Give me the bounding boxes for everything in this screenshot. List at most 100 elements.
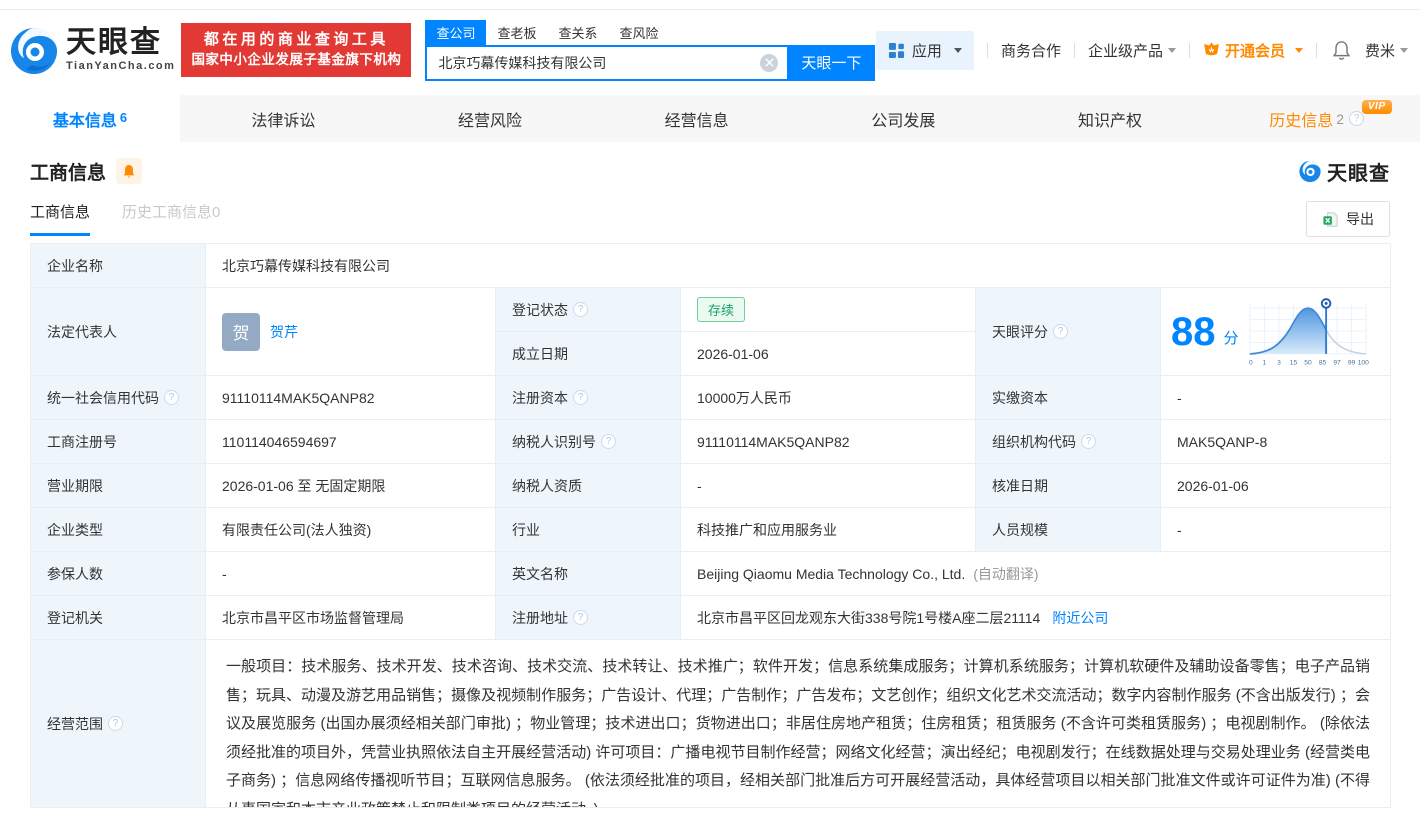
search-button[interactable]: 天眼一下 xyxy=(787,44,876,81)
section-title: 工商信息 xyxy=(30,162,107,184)
field-label: 登记状态 ? xyxy=(496,288,681,332)
nearby-companies-link[interactable]: 附近公司 xyxy=(1052,608,1108,628)
english-name-value: Beijing Qiaomu Media Technology Co., Ltd… xyxy=(697,565,966,582)
enterprise-products-link[interactable]: 企业级产品 xyxy=(1088,40,1176,61)
tab-company-development[interactable]: 公司发展 xyxy=(800,95,1007,142)
apps-label: 应用 xyxy=(911,42,942,60)
staff-size-value: - xyxy=(1161,508,1391,552)
auto-translate-note: (自动翻译) xyxy=(973,565,1039,582)
industry-value: 科技推广和应用服务业 xyxy=(681,508,976,552)
company-tabbar: 基本信息 6 法律诉讼 经营风险 经营信息 公司发展 知识产权 VIP 历史信息… xyxy=(0,95,1420,142)
tab-history-info[interactable]: VIP 历史信息 2 ? xyxy=(1213,95,1420,142)
apps-menu[interactable]: 应用 xyxy=(875,30,974,70)
help-icon[interactable]: ? xyxy=(573,302,588,317)
field-label: 注册资本 ? xyxy=(496,376,681,420)
search-tab-boss[interactable]: 查老板 xyxy=(486,20,547,45)
field-label: 纳税人识别号 ? xyxy=(496,420,681,464)
svg-text:99: 99 xyxy=(1347,359,1355,366)
search-tab-company[interactable]: 查公司 xyxy=(425,19,487,45)
business-scope-value: 一般项目：技术服务、技术开发、技术咨询、技术交流、技术转让、技术推广；软件开发；… xyxy=(206,640,1391,808)
tab-basic-info-label: 基本信息 xyxy=(52,112,117,130)
search-area: 查公司 查老板 查关系 查风险 天眼一下 xyxy=(425,19,876,81)
export-button[interactable]: 导出 xyxy=(1306,201,1390,237)
legal-rep-cell: 贺 贺芹 xyxy=(206,288,496,376)
monitor-bell-icon[interactable] xyxy=(116,158,143,184)
excel-icon xyxy=(1323,211,1338,227)
field-label: 营业期限 xyxy=(31,464,206,508)
tab-operation-info[interactable]: 经营信息 xyxy=(593,95,800,142)
subtab-business-info[interactable]: 工商信息 xyxy=(30,201,91,236)
watermark-text: 天眼查 xyxy=(1327,162,1390,185)
status-badge: 存续 xyxy=(697,297,746,322)
svg-text:97: 97 xyxy=(1333,359,1341,366)
svg-text:50: 50 xyxy=(1304,359,1312,366)
help-icon[interactable]: ? xyxy=(601,434,616,449)
help-icon[interactable]: ? xyxy=(164,390,179,405)
taxpayer-id-label: 纳税人识别号 xyxy=(512,433,596,450)
field-label: 经营范围 ? xyxy=(31,640,206,808)
score-label: 天眼评分 xyxy=(992,323,1048,340)
apps-grid-icon xyxy=(888,42,904,58)
logo-subtitle: TianYanCha.com xyxy=(66,60,176,72)
search-tabs: 查公司 查老板 查关系 查风险 xyxy=(425,19,875,45)
header-nav: 应用 商务合作 企业级产品 开通会员 费米 xyxy=(875,30,1408,70)
tab-basic-info[interactable]: 基本信息 6 xyxy=(0,95,180,142)
field-label: 参保人数 xyxy=(31,552,206,596)
business-cooperation-link[interactable]: 商务合作 xyxy=(1001,40,1061,61)
tab-history-info-label: 历史信息 xyxy=(1269,112,1334,130)
vip-crown-icon xyxy=(1204,42,1219,56)
establish-date-value: 2026-01-06 xyxy=(681,332,976,376)
tab-legal-proceedings[interactable]: 法律诉讼 xyxy=(180,95,387,142)
tab-operation-risk[interactable]: 经营风险 xyxy=(387,95,594,142)
field-label: 行业 xyxy=(496,508,681,552)
field-label: 工商注册号 xyxy=(31,420,206,464)
user-menu[interactable]: 费米 xyxy=(1365,40,1408,61)
credit-code-label: 统一社会信用代码 xyxy=(47,389,159,406)
tianyancha-logo[interactable]: 天眼查 TianYanCha.com xyxy=(8,24,175,76)
logo-title: 天眼查 xyxy=(66,26,162,59)
notification-bell-icon[interactable] xyxy=(1332,40,1351,61)
clear-search-icon[interactable] xyxy=(760,53,779,72)
business-info-table: 企业名称 北京巧幕传媒科技有限公司 法定代表人 贺 贺芹 登记状态 ? 存续 天… xyxy=(30,243,1391,808)
svg-text:3: 3 xyxy=(1277,359,1281,366)
field-label: 组织机构代码 ? xyxy=(976,420,1161,464)
field-label: 人员规模 xyxy=(976,508,1161,552)
field-label: 登记机关 xyxy=(31,596,206,640)
business-term-value: 2026-01-06 至 无固定期限 xyxy=(206,464,496,508)
search-input[interactable] xyxy=(425,44,788,81)
svg-text:0: 0 xyxy=(1248,359,1252,366)
open-vip-link[interactable]: 开通会员 xyxy=(1203,40,1303,61)
help-icon[interactable]: ? xyxy=(573,390,588,405)
help-icon[interactable]: ? xyxy=(1349,111,1365,126)
field-label: 纳税人资质 xyxy=(496,464,681,508)
credit-code-value: 91110114MAK5QANP82 xyxy=(206,376,496,420)
help-icon[interactable]: ? xyxy=(573,610,588,625)
legal-rep-link[interactable]: 贺芹 xyxy=(270,322,298,342)
company-name-value: 北京巧幕传媒科技有限公司 xyxy=(206,244,1391,288)
svg-text:1: 1 xyxy=(1262,359,1266,366)
reg-number-value: 110114046594697 xyxy=(206,420,496,464)
field-label: 法定代表人 xyxy=(31,288,206,376)
promo-banner-line2: 国家中小企业发展子基金旗下机构 xyxy=(191,52,402,67)
watermark-logo: 天眼查 xyxy=(1298,157,1390,186)
watermark-logo-icon xyxy=(1299,160,1321,183)
search-tab-risk[interactable]: 查风险 xyxy=(608,20,669,45)
help-icon[interactable]: ? xyxy=(1053,324,1068,339)
help-icon[interactable]: ? xyxy=(108,716,123,731)
tab-intellectual-property[interactable]: 知识产权 xyxy=(1007,95,1214,142)
tianyancha-logo-icon xyxy=(11,28,57,74)
promo-banner-line1: 都在用的商业查询工具 xyxy=(203,31,389,48)
username-label: 费米 xyxy=(1364,42,1395,60)
taxpayer-id-value: 91110114MAK5QANP82 xyxy=(681,420,976,464)
search-tab-relation[interactable]: 查关系 xyxy=(547,20,608,45)
avatar[interactable]: 贺 xyxy=(222,312,260,351)
score-distribution-chart: 0 1 3 15 50 85 97 99 100 xyxy=(1248,297,1369,366)
score-cell[interactable]: 88 分 0 1 3 15 50 85 97 99 100 xyxy=(1161,288,1391,376)
help-icon[interactable]: ? xyxy=(1081,434,1096,449)
site-header: 天眼查 TianYanCha.com 都在用的商业查询工具 国家中小企业发展子基… xyxy=(0,10,1420,90)
subtab-history-business-info[interactable]: 历史工商信息0 xyxy=(122,201,220,233)
top-divider xyxy=(0,0,1420,10)
reg-authority-value: 北京市昌平区市场监督管理局 xyxy=(206,596,496,640)
reg-address-value: 北京市昌平区回龙观东大街338号院1号楼A座二层21114 xyxy=(697,609,1041,626)
svg-text:85: 85 xyxy=(1318,359,1326,366)
